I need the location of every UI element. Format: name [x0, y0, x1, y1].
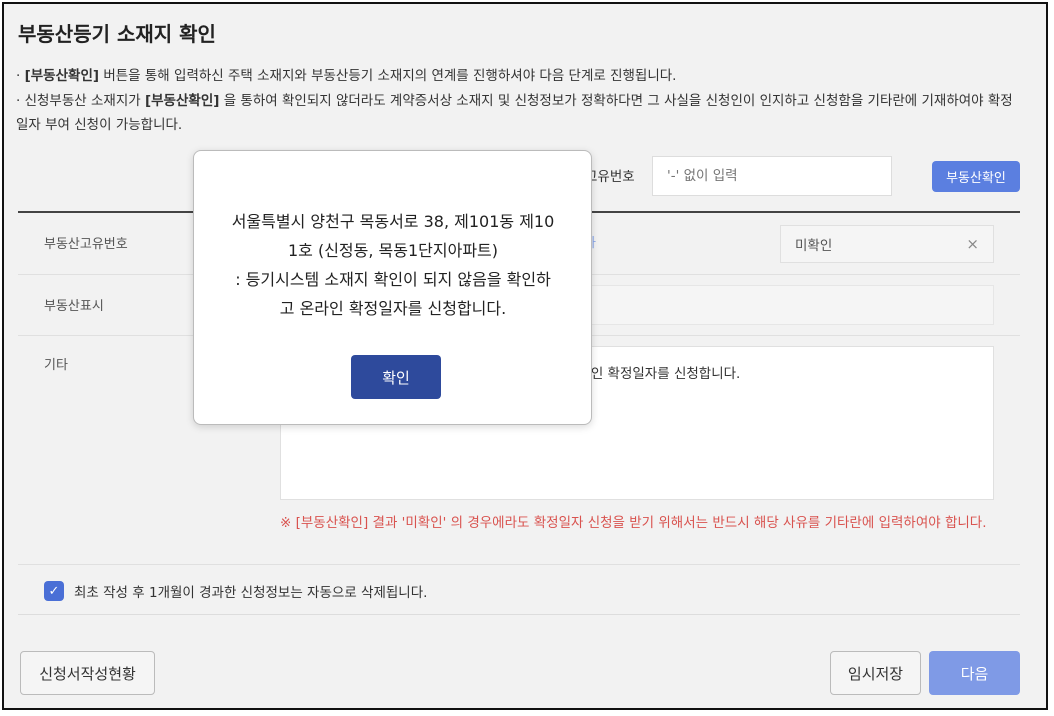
property-number-input[interactable] [652, 156, 892, 196]
consent-label: 최초 작성 후 1개월이 경과한 신청정보는 자동으로 삭제됩니다. [74, 581, 427, 601]
notice-2-bold: [부동산확인] [145, 93, 219, 109]
notice-1: · [부동산확인] 버튼을 통해 입력하신 주택 소재지와 부동산등기 소재지의… [16, 64, 676, 88]
status-text: 미확인 [795, 234, 832, 254]
etc-visible-text: 온라인 확정일자를 신청합니다. [566, 362, 740, 382]
search-label: 고유번호 [585, 165, 635, 185]
confirm-modal: 서울특별시 양천구 목동서로 38, 제101동 제10 1호 (신정동, 목동… [193, 150, 592, 425]
notice-1-bold: [부동산확인] [25, 68, 99, 84]
label-property-display: 부동산표시 [44, 295, 104, 314]
warning-text: ※ [부동산확인] 결과 '미확인' 의 경우에라도 확정일자 신청을 받기 위… [280, 512, 994, 534]
consent-checkbox[interactable]: ✓ [44, 581, 64, 601]
notice-2: · 신청부동산 소재지가 [부동산확인] 을 통하여 확인되지 않더라도 계약증… [16, 89, 1016, 137]
check-icon: ✓ [49, 584, 60, 599]
label-etc: 기타 [44, 354, 68, 373]
modal-ok-button[interactable]: 확인 [351, 355, 441, 399]
notice-1-text: 버튼을 통해 입력하신 주택 소재지와 부동산등기 소재지의 연계를 진행하셔야… [99, 68, 676, 84]
divider-bottom [18, 614, 1020, 615]
confirm-status-field: 미확인 × [780, 225, 994, 263]
label-property-number: 부동산고유번호 [44, 233, 128, 252]
modal-message: 서울특별시 양천구 목동서로 38, 제101동 제10 1호 (신정동, 목동… [218, 207, 568, 323]
property-confirm-button[interactable]: 부동산확인 [932, 161, 1020, 192]
close-icon[interactable]: × [966, 235, 979, 253]
next-button[interactable]: 다음 [929, 651, 1020, 695]
application-status-button[interactable]: 신청서작성현황 [20, 651, 155, 695]
page-title: 부동산등기 소재지 확인 [18, 18, 216, 47]
temp-save-button[interactable]: 임시저장 [830, 651, 921, 695]
